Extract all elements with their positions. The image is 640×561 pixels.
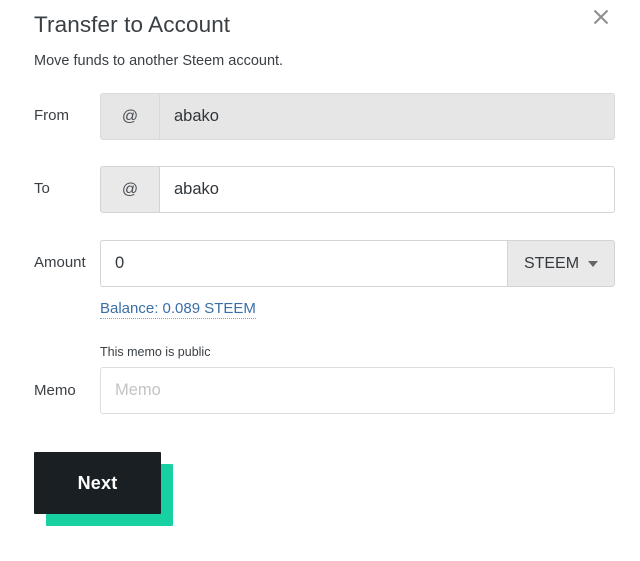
- dialog-header: Transfer to Account Move funds to anothe…: [0, 0, 640, 71]
- memo-field-col: This memo is public: [100, 344, 640, 414]
- amount-input-group: STEEM: [100, 240, 615, 287]
- memo-input[interactable]: [100, 367, 615, 414]
- amount-row: Amount STEEM Balance: 0.089 STEEM: [0, 240, 640, 319]
- to-label: To: [34, 180, 50, 197]
- asset-select[interactable]: STEEM: [507, 240, 615, 287]
- to-row: To @: [0, 166, 640, 213]
- dialog-subtitle: Move funds to another Steem account.: [34, 53, 284, 69]
- memo-public-note: This memo is public: [100, 345, 211, 359]
- to-input-group: @: [100, 166, 615, 213]
- transfer-dialog: Transfer to Account Move funds to anothe…: [0, 0, 640, 561]
- asset-select-value: STEEM: [523, 254, 580, 272]
- transfer-form: From @ To @ Amount: [0, 93, 640, 414]
- from-input-group: @: [100, 93, 615, 140]
- next-button[interactable]: Next: [34, 452, 161, 514]
- memo-label: Memo: [34, 382, 76, 399]
- amount-input[interactable]: [100, 240, 507, 287]
- dialog-footer: Next: [0, 452, 640, 526]
- from-label: From: [34, 107, 69, 124]
- memo-row: Memo This memo is public: [0, 344, 640, 414]
- from-account-input[interactable]: [160, 93, 615, 140]
- from-row: From @: [0, 93, 640, 140]
- balance-link[interactable]: Balance: 0.089 STEEM: [100, 300, 256, 319]
- close-icon: [592, 8, 610, 26]
- close-button[interactable]: [588, 4, 614, 30]
- next-button-wrap: Next: [34, 452, 173, 526]
- to-field-col: @: [100, 166, 640, 213]
- page-title: Transfer to Account: [34, 12, 231, 37]
- amount-label: Amount: [34, 254, 86, 271]
- amount-field-col: STEEM Balance: 0.089 STEEM: [100, 240, 640, 319]
- at-symbol-icon: @: [100, 93, 160, 140]
- to-account-input[interactable]: [160, 166, 615, 213]
- from-field-col: @: [100, 93, 640, 140]
- at-symbol-icon: @: [100, 166, 160, 213]
- chevron-down-icon: [588, 260, 599, 267]
